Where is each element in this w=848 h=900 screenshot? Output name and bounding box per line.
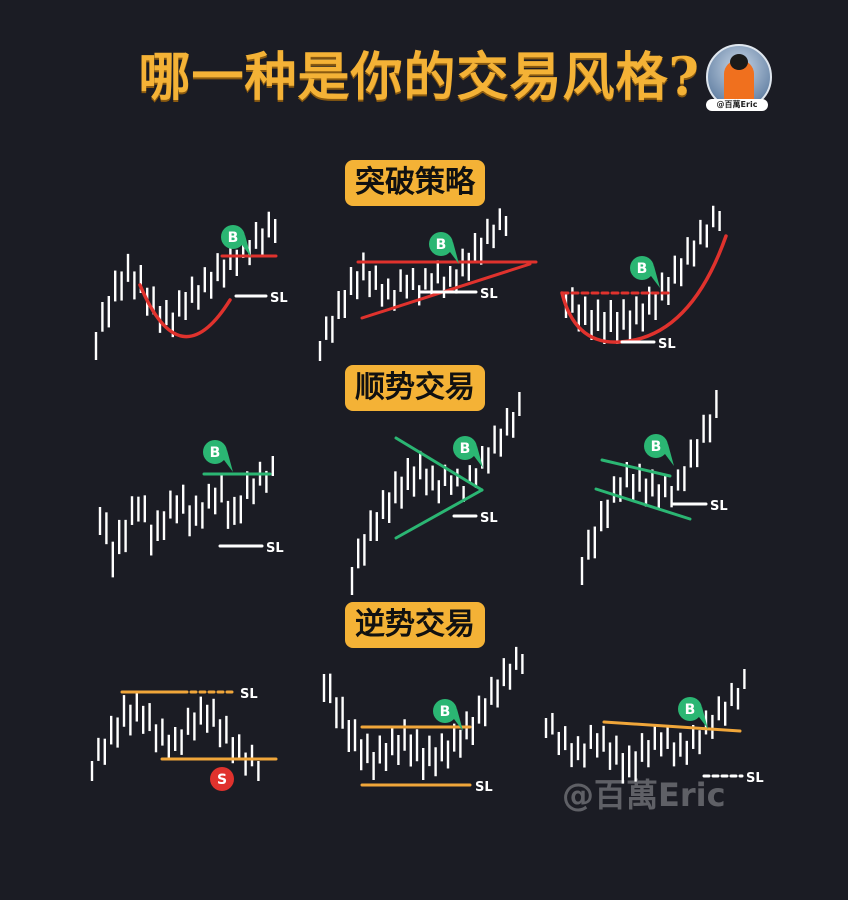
symmetric-triangle-bars [350, 392, 521, 595]
double-top-stop-loss-label: SL [240, 687, 258, 702]
double-top-bars [90, 692, 260, 781]
double-top-sell-signal-icon: S [210, 767, 240, 791]
rounding-bottom-buy-signal-icon: B [630, 256, 660, 288]
ascending-triangle-bars [318, 208, 508, 361]
inverse-head-shoulders-stop-loss-label: SL [746, 771, 764, 786]
infographic: 哪一种是你的交易风格? @百萬Eric 突破策略 顺势交易 逆势交易 B SL B S… [0, 0, 848, 900]
inverse-head-shoulders-buy-signal-icon: B [678, 697, 708, 729]
double-bottom-stop-loss-label: SL [475, 780, 493, 795]
bull-flag-bars [580, 390, 718, 585]
rounding-bottom-stop-loss-label: SL [658, 337, 676, 352]
inverse-head-shoulders-bars [544, 669, 746, 784]
ascending-triangle-buy-signal-icon: B [429, 232, 459, 264]
signal-letter: B [440, 704, 451, 720]
signal-letter: B [460, 441, 471, 457]
bull-flag-upper [600, 458, 672, 478]
ascending-triangle-stop-loss-label: SL [480, 287, 498, 302]
signal-letter: S [217, 772, 227, 788]
signal-letter: B [685, 702, 696, 718]
symmetric-triangle-buy-signal-icon: B [453, 436, 483, 468]
pattern-diagrams: B SL B SL B SL B SL B SL B SL S SL B SL B SL [90, 205, 764, 795]
bull-flag-buy-signal-icon: B [644, 434, 674, 466]
symmetric-triangle-stop-loss-label: SL [480, 511, 498, 526]
watermark: @百萬Eric [562, 776, 726, 814]
cup-handle-stop-loss-label: SL [270, 291, 288, 306]
inverse-head-shoulders-neckline [602, 720, 742, 733]
bull-flag-stop-loss-label: SL [710, 499, 728, 514]
signal-letter: B [228, 230, 239, 246]
signal-letter: B [637, 261, 648, 277]
flag-breakout-stop-loss-label: SL [266, 541, 284, 556]
signal-letter: B [651, 439, 662, 455]
signal-letter: B [210, 445, 221, 461]
signal-letter: B [436, 237, 447, 253]
flag-breakout-buy-signal-icon: B [203, 440, 233, 472]
double-bottom-bars [322, 646, 524, 780]
